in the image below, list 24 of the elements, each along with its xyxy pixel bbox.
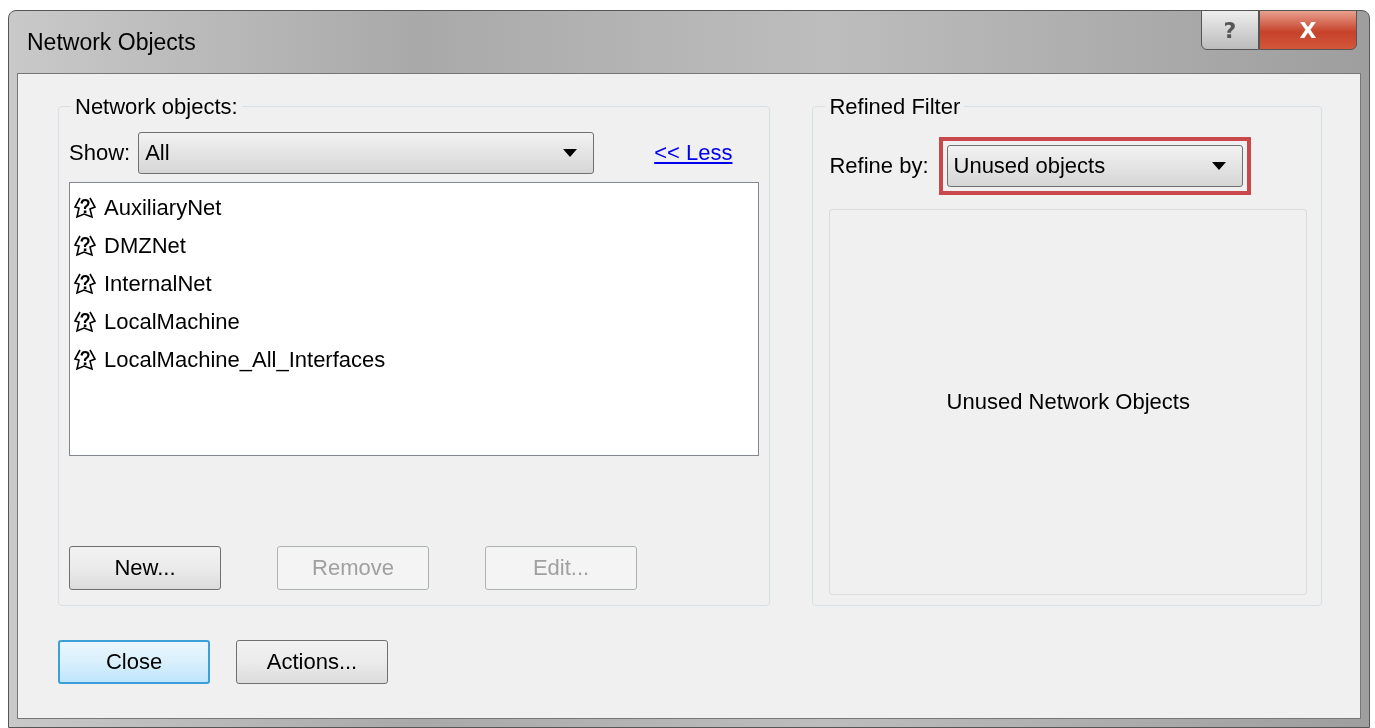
list-item[interactable]: InternalNet [72,265,757,303]
caret-icon [1211,162,1226,170]
caret-icon [563,149,578,157]
list-item[interactable]: DMZNet [72,227,757,265]
unknown-object-icon [72,309,98,335]
list-item[interactable]: AuxiliaryNet [72,189,757,227]
unknown-object-icon [72,195,98,221]
list-item[interactable]: LocalMachine_All_Interfaces [72,341,757,379]
action-button[interactable]: New... [69,546,221,590]
refine-dropdown[interactable]: Unused objects [946,145,1243,187]
window-close-button[interactable]: X [1259,10,1357,50]
help-button[interactable]: ? [1201,10,1259,50]
panel-text: Unused Network Objects [946,389,1190,415]
dialog-button[interactable]: Actions... [236,640,388,684]
less-link[interactable]: << Less [654,140,733,166]
show-dropdown[interactable]: All [138,132,595,174]
unknown-object-icon [72,271,98,297]
window-title: Network Objects [27,29,196,56]
refine-label: Refine by: [829,153,929,179]
unknown-object-icon [72,347,98,373]
list-item[interactable]: LocalMachine [72,303,757,341]
dialog-button[interactable]: Close [58,640,210,684]
unknown-object-icon [72,233,98,259]
show-label: Show: [69,140,131,166]
